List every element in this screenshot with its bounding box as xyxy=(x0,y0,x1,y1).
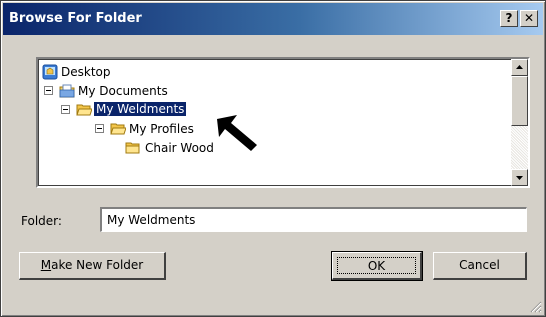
button-label: ake New Folder xyxy=(51,258,144,272)
vertical-scrollbar[interactable] xyxy=(511,59,528,186)
tree-item-label: My Weldments xyxy=(92,101,188,117)
scroll-up-button[interactable] xyxy=(511,59,528,76)
tree-item-label: Chair Wood xyxy=(145,141,214,155)
ok-label: OK xyxy=(337,257,416,274)
scroll-thumb[interactable] xyxy=(511,76,528,126)
folder-label: Folder: xyxy=(21,214,62,228)
help-button[interactable]: ? xyxy=(500,10,518,27)
collapse-icon[interactable] xyxy=(95,124,104,133)
title-bar[interactable]: Browse For Folder ? ✕ xyxy=(3,3,543,35)
close-button[interactable]: ✕ xyxy=(520,10,538,27)
folder-input[interactable]: My Weldments xyxy=(100,207,527,232)
pointer-arrow-icon xyxy=(217,115,257,151)
folder-icon xyxy=(110,123,126,135)
folder-icon xyxy=(125,142,140,154)
arrow-up-icon xyxy=(516,65,523,69)
folder-tree[interactable]: Desktop My Documents My Weldments My Pro… xyxy=(36,57,530,188)
scroll-down-button[interactable] xyxy=(511,169,528,186)
tree-item-label: Desktop xyxy=(61,65,111,79)
cancel-button[interactable]: Cancel xyxy=(433,252,527,280)
window-title: Browse For Folder xyxy=(9,11,142,26)
browse-for-folder-dialog: Browse For Folder ? ✕ Desktop My Documen… xyxy=(0,0,546,317)
ok-button[interactable]: OK xyxy=(331,251,423,281)
folder-open-icon xyxy=(76,104,92,116)
mnemonic-letter: M xyxy=(40,258,52,272)
desktop-icon xyxy=(42,64,58,80)
my-documents-icon xyxy=(59,84,75,98)
collapse-icon[interactable] xyxy=(61,105,70,114)
tree-item-label: My Documents xyxy=(78,84,168,98)
tree-item-label: My Profiles xyxy=(129,122,194,136)
arrow-down-icon xyxy=(516,176,523,180)
make-new-folder-button[interactable]: Make New Folder xyxy=(19,252,166,280)
collapse-icon[interactable] xyxy=(44,86,53,95)
resize-grip-icon[interactable] xyxy=(530,301,542,313)
